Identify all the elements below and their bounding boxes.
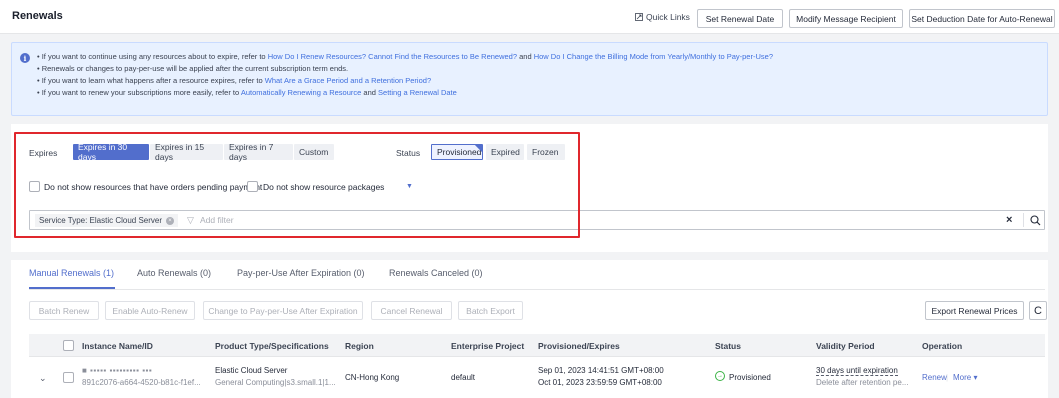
row-checkbox[interactable] xyxy=(63,372,74,383)
clear-filter-icon[interactable]: × xyxy=(1006,214,1012,226)
operation-divider: | xyxy=(946,373,949,382)
how-renew-link[interactable]: How Do I Renew Resources? xyxy=(268,52,366,61)
more-dropdown[interactable]: More ▾ xyxy=(953,373,977,382)
product-spec: General Computing|s3.small.1|1... xyxy=(215,378,336,387)
modify-message-recipient-button[interactable]: Modify Message Recipient xyxy=(789,9,903,28)
tab-divider xyxy=(29,289,1045,290)
select-all-checkbox[interactable] xyxy=(63,340,74,351)
col-operation: Operation xyxy=(922,341,963,351)
page-title: Renewals xyxy=(12,10,63,22)
notice-line-1: • If you want to continue using any reso… xyxy=(37,52,773,61)
col-provisioned-expires: Provisioned/Expires xyxy=(538,341,620,351)
cannot-find-link[interactable]: Cannot Find the Resources to Be Renewed? xyxy=(368,52,517,61)
export-renewal-prices-button[interactable]: Export Renewal Prices xyxy=(925,301,1024,320)
col-region: Region xyxy=(345,341,374,351)
tab-auto-renewals[interactable]: Auto Renewals (0) xyxy=(137,268,211,278)
notice-line-2: • Renewals or changes to pay-per-use wil… xyxy=(37,64,349,73)
product-type: Elastic Cloud Server xyxy=(215,366,288,375)
status-text: Provisioned xyxy=(729,373,771,382)
cancel-renewal-button[interactable]: Cancel Renewal xyxy=(371,301,452,320)
search-icon[interactable] xyxy=(1030,215,1041,226)
col-product: Product Type/Specifications xyxy=(215,341,329,351)
expires-time: Oct 01, 2023 23:59:59 GMT+08:00 xyxy=(538,378,662,387)
grace-period-link[interactable]: What Are a Grace Period and a Retention … xyxy=(265,76,431,85)
tab-pay-per-use-after-expiration[interactable]: Pay-per-Use After Expiration (0) xyxy=(237,268,365,278)
table-header xyxy=(29,334,1045,356)
info-notice: i • If you want to continue using any re… xyxy=(11,42,1048,116)
col-enterprise-project: Enterprise Project xyxy=(451,341,525,351)
refresh-icon[interactable]: C xyxy=(1029,301,1047,320)
search-divider xyxy=(1023,213,1024,227)
validity-period[interactable]: 30 days until expiration xyxy=(816,366,898,376)
chevron-down-icon: ▾ xyxy=(973,373,978,382)
page-header: Renewals Quick Links Set Renewal Date Mo… xyxy=(0,0,1059,34)
notice-line-3: • If you want to learn what happens afte… xyxy=(37,76,432,85)
auto-renew-link[interactable]: Automatically Renewing a Resource xyxy=(241,88,361,97)
expand-row-icon[interactable]: ⌄ xyxy=(39,373,47,384)
setting-renewal-date-link[interactable]: Setting a Renewal Date xyxy=(378,88,457,97)
notice-line-4: • If you want to renew your subscription… xyxy=(37,88,457,97)
renew-link[interactable]: Renew xyxy=(922,373,947,382)
quick-links-link[interactable]: Quick Links xyxy=(635,12,690,22)
quick-links-label: Quick Links xyxy=(646,12,690,22)
enterprise-project: default xyxy=(451,373,476,382)
validity-note: Delete after retention pe... xyxy=(816,378,909,387)
tab-manual-renewals[interactable]: Manual Renewals (1) xyxy=(29,268,114,278)
external-link-icon xyxy=(635,13,643,21)
change-billing-link[interactable]: How Do I Change the Billing Mode from Ye… xyxy=(534,52,773,61)
batch-renew-button[interactable]: Batch Renew xyxy=(29,301,99,320)
enable-auto-renew-button[interactable]: Enable Auto-Renew xyxy=(105,301,195,320)
header-row-separator xyxy=(29,356,1045,357)
instance-name[interactable]: ■ ▪▪▪▪▪ ▪▪▪▪▪▪▪▪▪ ▪▪▪ xyxy=(82,366,152,375)
change-to-pay-per-use-button[interactable]: Change to Pay-per-Use After Expiration xyxy=(203,301,363,320)
tab-renewals-canceled[interactable]: Renewals Canceled (0) xyxy=(389,268,483,278)
info-icon: i xyxy=(20,53,30,63)
provisioned-status-icon: → xyxy=(715,371,725,381)
annotation-highlight-box xyxy=(14,132,580,238)
batch-export-button[interactable]: Batch Export xyxy=(458,301,523,320)
provisioned-time: Sep 01, 2023 14:41:51 GMT+08:00 xyxy=(538,366,664,375)
set-renewal-date-button[interactable]: Set Renewal Date xyxy=(697,9,783,28)
col-status: Status xyxy=(715,341,741,351)
col-instance: Instance Name/ID xyxy=(82,341,153,351)
col-validity: Validity Period xyxy=(816,341,875,351)
set-deduction-date-button[interactable]: Set Deduction Date for Auto-Renewal xyxy=(909,9,1055,28)
instance-id: 891c2076-a664-4520-b81c-f1ef... xyxy=(82,378,201,387)
region: CN-Hong Kong xyxy=(345,373,400,382)
